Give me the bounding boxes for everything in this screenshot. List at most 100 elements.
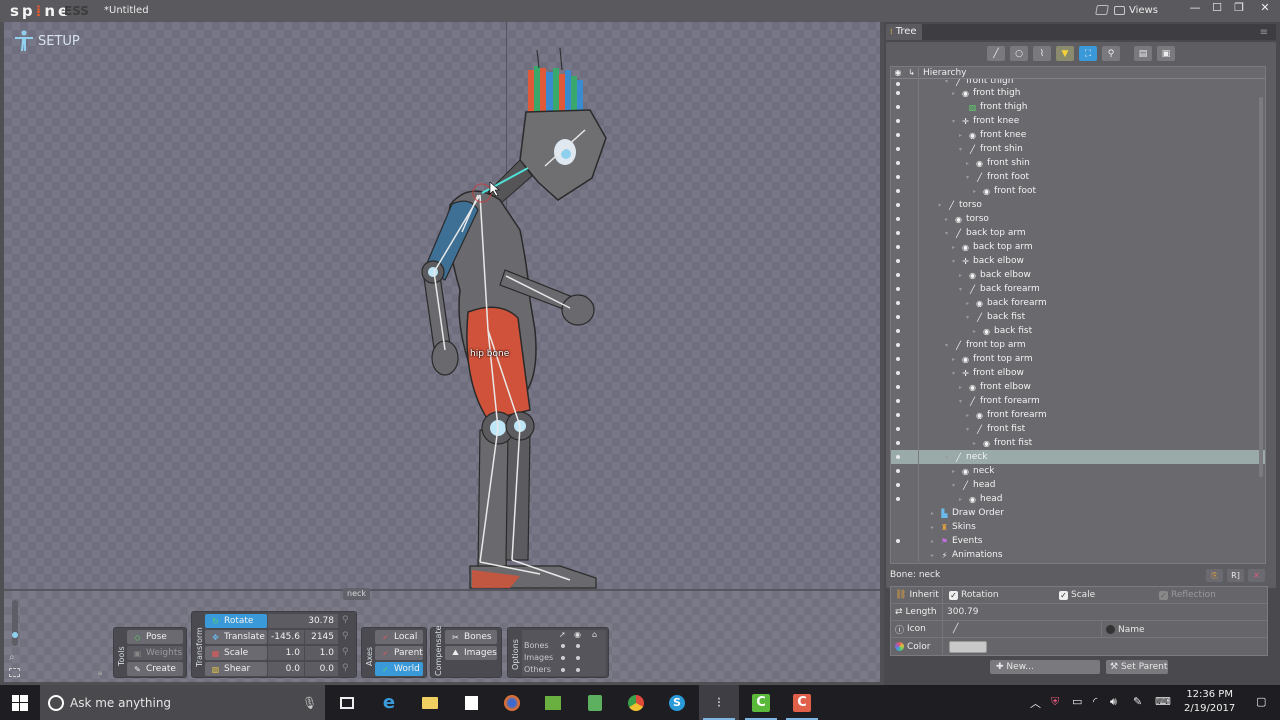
visibility-toggle[interactable] <box>891 539 905 543</box>
expand-arrow-icon[interactable]: ▾ <box>945 230 951 237</box>
tree-row-front-thigh[interactable]: ▾ ╱ front thigh <box>891 79 1265 86</box>
visibility-toggle[interactable] <box>891 413 905 417</box>
scale-key-icon[interactable]: ⚲ <box>342 647 352 659</box>
expand-arrow-icon[interactable]: ▸ <box>959 384 965 391</box>
inherit-scale-checkbox[interactable]: ✓ Scale <box>1059 590 1095 600</box>
character-skeleton[interactable] <box>4 22 880 590</box>
name-toggle[interactable]: Name <box>1101 621 1145 638</box>
tree-row-skins[interactable]: ▸ ♜ Skins <box>891 520 1265 534</box>
show-attachments-button[interactable]: ⌇ <box>1033 46 1051 61</box>
tree-row-front-fist[interactable]: ▾ ╱ front fist <box>891 422 1265 436</box>
expand-arrow-icon[interactable]: ▸ <box>931 552 937 559</box>
visibility-toggle[interactable] <box>891 189 905 193</box>
keying-toggle[interactable] <box>905 128 919 142</box>
camtasia-recorder-app[interactable]: C <box>741 685 781 720</box>
visibility-toggle[interactable] <box>891 273 905 277</box>
tree-row-draw-order[interactable]: ▸ ▙ Draw Order <box>891 506 1265 520</box>
keying-toggle[interactable] <box>905 380 919 394</box>
keying-toggle[interactable] <box>905 324 919 338</box>
security-tray-icon[interactable]: ⛨ <box>1051 695 1059 709</box>
shear-x-value[interactable]: 0.0 <box>268 662 304 676</box>
tree-row-front-elbow[interactable]: ▾ ✛ front elbow <box>891 366 1265 380</box>
expand-arrow-icon[interactable]: ▸ <box>966 412 972 419</box>
firefox-app[interactable] <box>492 685 532 720</box>
expand-arrow-icon[interactable]: ▸ <box>959 496 965 503</box>
tree-row-front-forearm[interactable]: ▾ ╱ front forearm <box>891 394 1265 408</box>
visibility-toggle[interactable] <box>891 91 905 95</box>
keying-toggle[interactable] <box>905 338 919 352</box>
search-button[interactable]: ⚲ <box>1102 46 1120 61</box>
expand-arrow-icon[interactable]: ▾ <box>945 454 951 461</box>
fit-view-icon[interactable] <box>9 668 20 677</box>
expand-arrow-icon[interactable]: ▸ <box>952 244 958 251</box>
option-toggle[interactable] <box>576 656 580 660</box>
keying-toggle[interactable] <box>905 240 919 254</box>
camtasia-studio-app[interactable]: C <box>782 685 822 720</box>
axes-local-button[interactable]: ✓ Local <box>375 630 423 644</box>
expand-arrow-icon[interactable]: ▸ <box>952 90 958 97</box>
tree-row-torso[interactable]: ▸ ◉ torso <box>891 212 1265 226</box>
bone-color-swatch[interactable] <box>949 640 987 653</box>
file-explorer-app[interactable] <box>410 685 450 720</box>
keying-toggle[interactable] <box>905 79 919 86</box>
tree-row-front-top-arm[interactable]: ▾ ╱ front top arm <box>891 338 1265 352</box>
rotate-value[interactable]: 30.78 <box>268 614 338 628</box>
visibility-toggle[interactable] <box>891 315 905 319</box>
visibility-toggle[interactable] <box>891 217 905 221</box>
rotate-key-icon[interactable]: ⚲ <box>342 615 352 627</box>
start-button[interactable] <box>0 685 40 720</box>
zoom-icon[interactable]: ⌕ <box>9 652 15 663</box>
visibility-toggle[interactable] <box>891 427 905 431</box>
keying-toggle[interactable] <box>905 170 919 184</box>
option-toggle[interactable] <box>561 668 565 672</box>
keying-toggle[interactable] <box>905 142 919 156</box>
weights-tool-button[interactable]: ▣ Weights <box>127 646 183 660</box>
expand-arrow-icon[interactable]: ▾ <box>959 146 965 153</box>
keying-toggle[interactable] <box>905 114 919 128</box>
expand-arrow-icon[interactable]: ▾ <box>966 426 972 433</box>
expand-arrow-icon[interactable]: ▾ <box>945 342 951 349</box>
cortana-search-box[interactable]: Ask me anything 🎙︎ <box>40 685 325 720</box>
wifi-tray-icon[interactable]: ◜ <box>1093 695 1097 708</box>
tree-row-front-thigh[interactable]: ▨ front thigh <box>891 100 1265 114</box>
keying-toggle[interactable] <box>905 156 919 170</box>
restore-button[interactable]: ❐ <box>1228 0 1250 16</box>
expand-arrow-icon[interactable]: ▸ <box>959 132 965 139</box>
tree-row-back-top-arm[interactable]: ▾ ╱ back top arm <box>891 226 1265 240</box>
option-toggle[interactable] <box>576 644 580 648</box>
visibility-toggle[interactable] <box>891 147 905 151</box>
scale-button[interactable]: ▦ Scale <box>205 646 267 660</box>
battery-tray-icon[interactable]: ▭ <box>1072 695 1082 708</box>
keying-toggle[interactable] <box>905 520 919 534</box>
zoom-slider[interactable] <box>12 600 18 646</box>
pen-tray-icon[interactable]: ✎ <box>1133 695 1142 708</box>
translate-x-value[interactable]: -145.6 <box>268 630 304 644</box>
inherit-reflection-checkbox[interactable]: ✓ Reflection <box>1159 590 1216 600</box>
tree-row-front-fist[interactable]: ▸ ◉ front fist <box>891 436 1265 450</box>
keying-toggle[interactable] <box>905 296 919 310</box>
panel-menu-icon[interactable]: ≡ <box>1260 27 1268 38</box>
tree-row-front-thigh[interactable]: ▸ ◉ front thigh <box>891 86 1265 100</box>
filter-button[interactable]: ▼ <box>1056 46 1074 61</box>
expand-arrow-icon[interactable]: ▾ <box>938 202 944 209</box>
system-clock[interactable]: 12:36 PM 2/19/2017 <box>1184 688 1235 716</box>
minimize-button[interactable]: — <box>1184 0 1206 16</box>
pose-tool-button[interactable]: ◇ Pose <box>127 630 183 644</box>
keying-toggle[interactable] <box>905 492 919 506</box>
shear-key-icon[interactable]: ⚲ <box>342 663 352 675</box>
visibility-toggle[interactable] <box>891 301 905 305</box>
tree-row-front-top-arm[interactable]: ▸ ◉ front top arm <box>891 352 1265 366</box>
tree-row-back-fist[interactable]: ▾ ╱ back fist <box>891 310 1265 324</box>
keying-toggle[interactable] <box>905 198 919 212</box>
visibility-toggle[interactable] <box>891 455 905 459</box>
visibility-toggle[interactable] <box>891 399 905 403</box>
keying-toggle[interactable] <box>905 254 919 268</box>
shear-y-value[interactable]: 0.0 <box>305 662 338 676</box>
keying-column-icon[interactable]: ↳ <box>905 68 919 77</box>
keying-toggle[interactable] <box>905 268 919 282</box>
notes-app[interactable] <box>575 685 615 720</box>
volume-tray-icon[interactable]: 🔊︎ <box>1110 695 1117 709</box>
visibility-toggle[interactable] <box>891 203 905 207</box>
edge-app[interactable]: e <box>369 685 409 720</box>
keying-toggle[interactable] <box>905 226 919 240</box>
